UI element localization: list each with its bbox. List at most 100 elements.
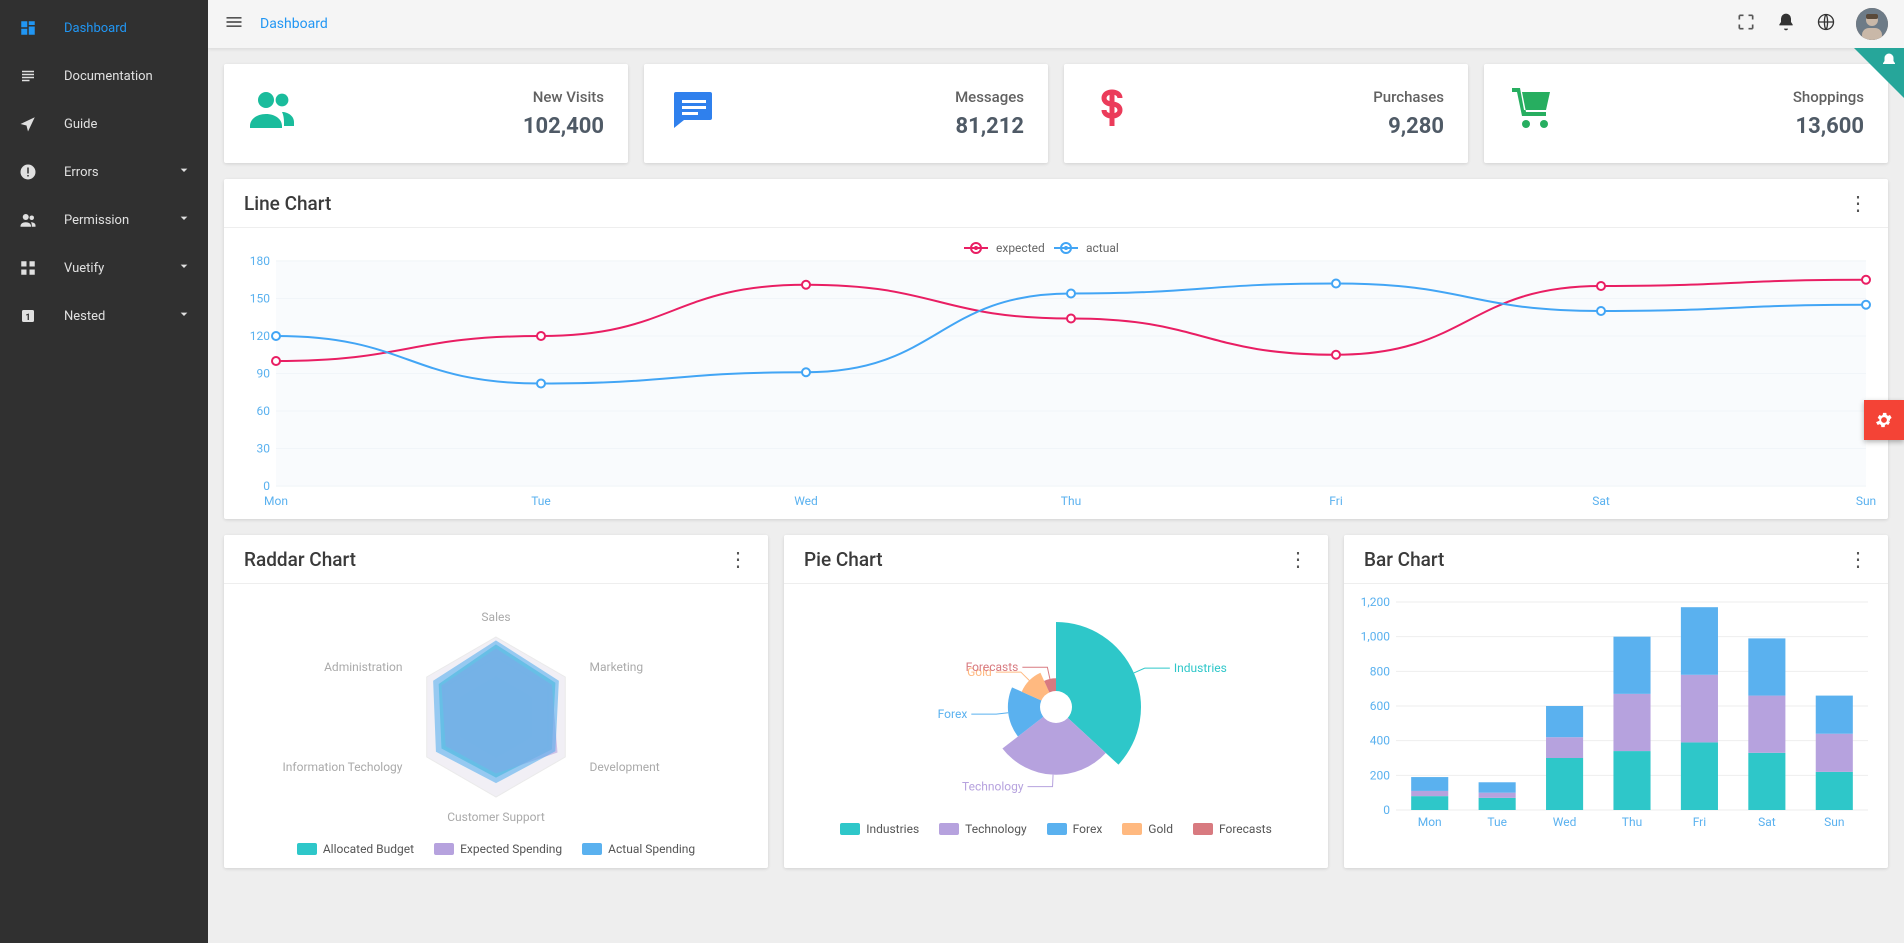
svg-text:Sat: Sat (1758, 815, 1776, 829)
radar-chart: Sales Marketing Development Customer Suppor… (236, 592, 756, 832)
svg-text:Forex: Forex (938, 707, 968, 721)
svg-text:Thu: Thu (1061, 494, 1081, 508)
legend-item[interactable]: Forex (1047, 822, 1103, 836)
nav-icon (16, 115, 40, 133)
stat-card-shoppings[interactable]: Shoppings13,600 (1484, 64, 1888, 163)
avatar[interactable] (1856, 8, 1888, 40)
more-icon[interactable]: ⋮ (728, 547, 748, 571)
svg-text:Technology: Technology (962, 780, 1024, 794)
svg-text:Thu: Thu (1622, 815, 1642, 829)
settings-fab[interactable] (1864, 400, 1904, 440)
stat-card-purchases[interactable]: Purchases9,280 (1064, 64, 1468, 163)
people-icon (248, 84, 296, 143)
stat-label: Purchases (1373, 88, 1444, 106)
svg-text:0: 0 (1383, 803, 1390, 817)
menu-toggle-icon[interactable] (224, 12, 244, 36)
legend-item[interactable]: Forecasts (1193, 822, 1272, 836)
content: New Visits 102,400 Messages 81,212 Purchases… (208, 48, 1904, 900)
stat-value: 102,400 (523, 114, 604, 139)
radar-chart-card: Raddar Chart ⋮ SalesMarketingDevelopment… (224, 535, 768, 868)
svg-text:Wed: Wed (1553, 815, 1577, 829)
svg-text:180: 180 (250, 254, 270, 268)
svg-text:1,000: 1,000 (1361, 630, 1391, 644)
svg-text:30: 30 (257, 442, 271, 456)
sidebar-item-label: Errors (64, 165, 99, 180)
sidebar-item-label: Permission (64, 213, 129, 228)
svg-text:Development: Development (590, 760, 660, 774)
chevron-down-icon (176, 162, 192, 182)
chevron-down-icon (176, 306, 192, 326)
svg-text:actual: actual (1086, 241, 1119, 255)
svg-text:Sales: Sales (481, 610, 510, 624)
more-icon[interactable]: ⋮ (1848, 547, 1868, 571)
svg-text:1: 1 (25, 313, 30, 323)
bar-chart-card: Bar Chart ⋮ 02004006008001,0001,200MonTu… (1344, 535, 1888, 868)
pie-chart-title: Pie Chart (804, 548, 883, 571)
svg-text:Fri: Fri (1329, 494, 1343, 508)
stat-label: Messages (955, 88, 1024, 106)
sidebar-item-label: Vuetify (64, 261, 104, 276)
legend-item[interactable]: Industries (840, 822, 919, 836)
fullscreen-icon[interactable] (1736, 12, 1756, 36)
people-icon (16, 211, 40, 229)
legend-item[interactable]: Gold (1122, 822, 1173, 836)
more-icon[interactable]: ⋮ (1848, 191, 1868, 215)
sidebar-item-nested[interactable]: 1Nested (0, 292, 208, 340)
svg-text:Mon: Mon (1418, 815, 1442, 829)
main: Dashboard New Visits 102,400 Messages 81,21… (208, 0, 1904, 900)
sidebar-item-label: Dashboard (64, 21, 127, 36)
sidebar-item-vuetify[interactable]: Vuetify (0, 244, 208, 292)
legend-item[interactable]: Allocated Budget (297, 842, 414, 856)
sidebar-item-label: Documentation (64, 69, 153, 84)
one-icon: 1 (16, 307, 40, 325)
svg-text:Administration: Administration (324, 660, 402, 674)
pie-chart-card: Pie Chart ⋮ Industries Technology Forex Gol… (784, 535, 1328, 868)
svg-text:Fri: Fri (1693, 815, 1707, 829)
svg-text:Customer Support: Customer Support (447, 810, 545, 824)
sidebar-item-errors[interactable]: Errors (0, 148, 208, 196)
svg-text:Sun: Sun (1824, 815, 1844, 829)
svg-text:Forecasts: Forecasts (966, 660, 1019, 674)
legend-item[interactable]: Actual Spending (582, 842, 695, 856)
chevron-down-icon (176, 210, 192, 230)
svg-text:1,200: 1,200 (1361, 595, 1391, 609)
dollar-icon (1088, 84, 1136, 143)
language-icon[interactable] (1816, 12, 1836, 36)
svg-text:Information Techology: Information Techology (283, 760, 403, 774)
notifications-icon[interactable] (1776, 12, 1796, 36)
cart-icon (1508, 84, 1556, 143)
svg-text:Industries: Industries (1174, 661, 1227, 675)
stat-card-new-visits[interactable]: New Visits 102,400 (224, 64, 628, 163)
svg-text:400: 400 (1370, 734, 1390, 748)
svg-text:600: 600 (1370, 699, 1390, 713)
stat-value: 81,212 (955, 114, 1024, 139)
svg-text:60: 60 (257, 404, 271, 418)
sidebar-item-dashboard[interactable]: Dashboard (0, 4, 208, 52)
bar-chart-title: Bar Chart (1364, 548, 1444, 571)
legend-item[interactable]: Technology (939, 822, 1026, 836)
doc-icon (16, 67, 40, 85)
stat-card-messages[interactable]: Messages 81,212 (644, 64, 1048, 163)
svg-text:Marketing: Marketing (590, 660, 644, 674)
sidebar-item-documentation[interactable]: Documentation (0, 52, 208, 100)
more-icon[interactable]: ⋮ (1288, 547, 1308, 571)
sidebar-item-guide[interactable]: Guide (0, 100, 208, 148)
svg-text:Tue: Tue (531, 494, 551, 508)
error-icon (16, 163, 40, 181)
legend-item[interactable]: Expected Spending (434, 842, 562, 856)
sidebar-item-permission[interactable]: Permission (0, 196, 208, 244)
stat-row: New Visits 102,400 Messages 81,212 Purchases… (224, 64, 1888, 163)
svg-text:Mon: Mon (264, 494, 288, 508)
svg-text:expected: expected (996, 241, 1045, 255)
topbar: Dashboard (208, 0, 1904, 48)
stat-label: New Visits (523, 88, 604, 106)
message-icon (668, 84, 716, 143)
dashboard-icon (16, 19, 40, 37)
breadcrumb[interactable]: Dashboard (260, 16, 328, 32)
corner-badge[interactable] (1854, 48, 1904, 98)
svg-text:Wed: Wed (794, 494, 818, 508)
svg-text:120: 120 (250, 329, 270, 343)
svg-text:800: 800 (1370, 664, 1390, 678)
widgets-icon (16, 259, 40, 277)
svg-text:0: 0 (263, 479, 270, 493)
